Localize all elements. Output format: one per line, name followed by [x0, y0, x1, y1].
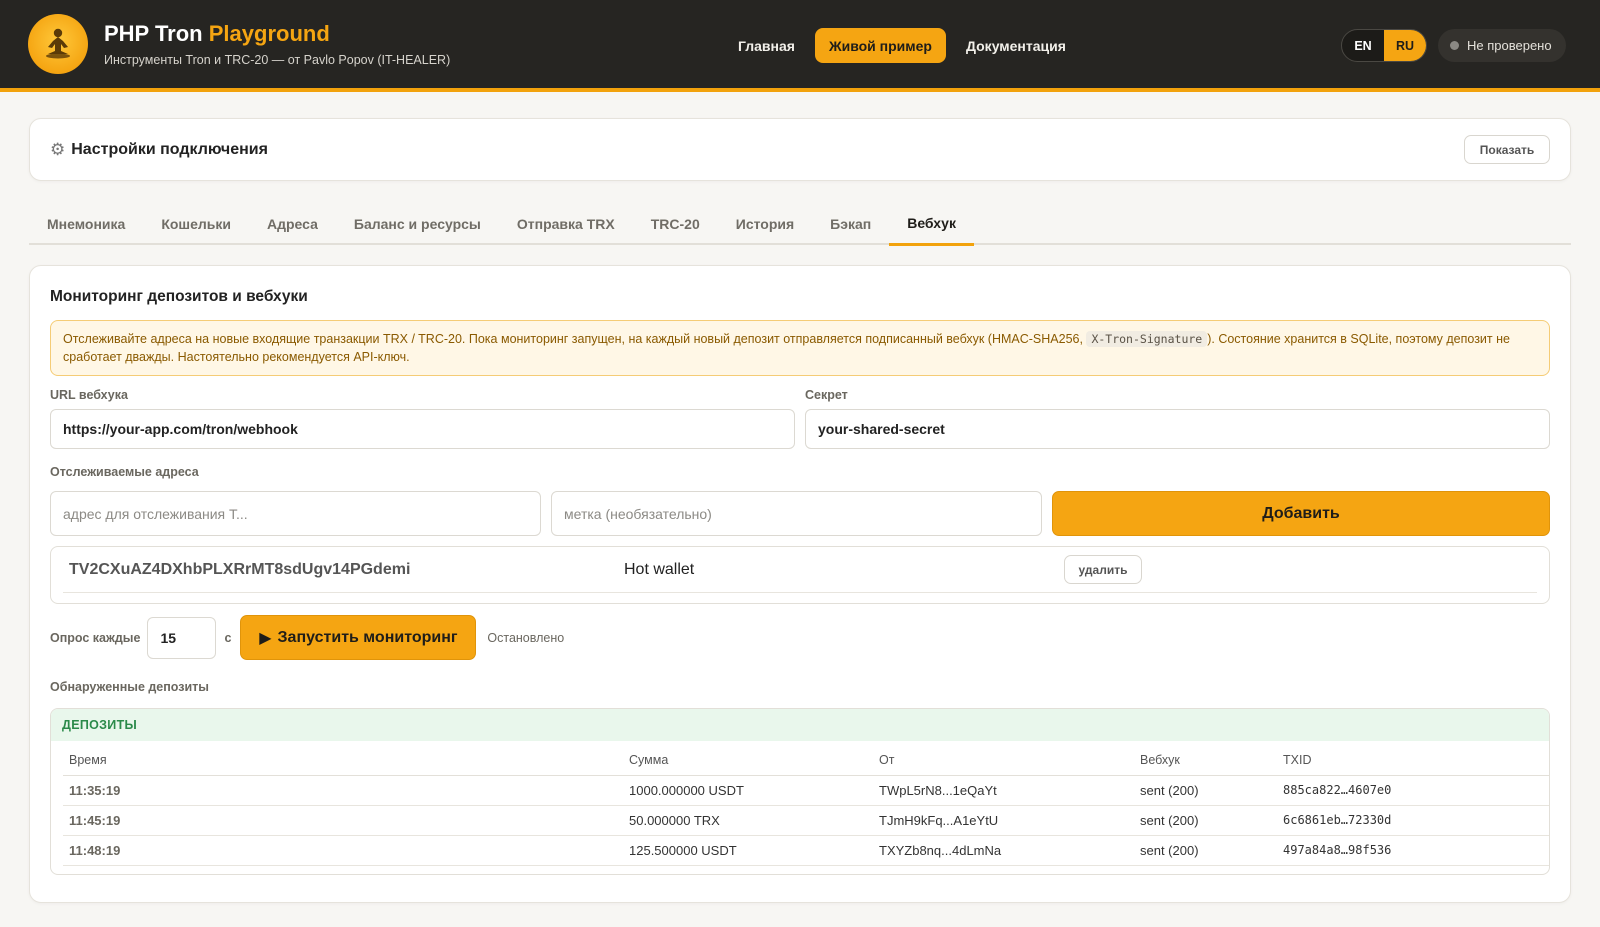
- logo: [28, 14, 88, 74]
- secret-label: Секрет: [805, 388, 848, 402]
- watched-address-list: TV2CXuAZ4DXhbPLXRrMT8sdUgv14PGdemi Hot w…: [50, 546, 1550, 604]
- col-webhook: Вебхук: [1134, 745, 1277, 776]
- start-monitoring-button[interactable]: ▶ Запустить мониторинг: [240, 615, 477, 660]
- connection-status-badge: Не проверено: [1438, 29, 1566, 62]
- col-txid: TXID: [1277, 745, 1549, 776]
- deposits-panel: ДЕПОЗИТЫ Время Сумма От Вебхук TXID 11:3…: [50, 708, 1550, 875]
- brand-main: PHP Tron: [104, 21, 203, 46]
- notice-text-before: Отслеживайте адреса на новые входящие тр…: [63, 332, 1083, 346]
- meditating-figure-icon: [46, 28, 70, 59]
- deposit-amount: 125.500000 USDT: [623, 835, 873, 866]
- connection-title-text: Настройки подключения: [71, 140, 268, 158]
- deposit-from: TXYZb8nq...4dLmNa: [873, 835, 1134, 866]
- tab-webhook[interactable]: Вебхук: [889, 203, 974, 246]
- webhook-card: Мониторинг депозитов и вебхуки Отслежива…: [29, 265, 1571, 903]
- col-amount: Сумма: [623, 745, 873, 776]
- watch-label-input[interactable]: [551, 491, 1042, 536]
- nav-home[interactable]: Главная: [724, 28, 809, 63]
- deposit-amount: 1000.000000 USDT: [623, 775, 873, 806]
- deposits-header: ДЕПОЗИТЫ: [51, 709, 1549, 741]
- deposit-webhook: sent (200): [1134, 775, 1277, 806]
- watched-address-row: TV2CXuAZ4DXhbPLXRrMT8sdUgv14PGdemi Hot w…: [63, 547, 1537, 593]
- poll-interval-label: Опрос каждые: [50, 630, 141, 645]
- lang-ru-button[interactable]: RU: [1384, 30, 1426, 61]
- play-icon: ▶: [259, 629, 272, 647]
- secret-input[interactable]: [805, 409, 1550, 449]
- deposit-txid: 497a84a8…98f536: [1277, 835, 1549, 866]
- poll-unit: с: [224, 630, 232, 645]
- brand-title: PHP Tron Playground: [104, 21, 450, 47]
- lang-en-button[interactable]: EN: [1342, 30, 1384, 61]
- webhook-notice: Отслеживайте адреса на новые входящие тр…: [50, 320, 1550, 376]
- tab-balance[interactable]: Баланс и ресурсы: [336, 203, 499, 245]
- col-from: От: [873, 745, 1134, 776]
- deposit-txid: 885ca822…4607e0: [1277, 775, 1549, 806]
- deposit-webhook: sent (200): [1134, 835, 1277, 866]
- watch-address-input[interactable]: [50, 491, 541, 536]
- tab-backup[interactable]: Бэкап: [812, 203, 889, 245]
- deposit-from: TWpL5rN8...1eQaYt: [873, 775, 1134, 806]
- deposits-table-header: Время Сумма От Вебхук TXID: [63, 745, 1549, 776]
- webhook-url-input[interactable]: [50, 409, 795, 449]
- table-row: 11:45:19 50.000000 TRX TJmH9kFq...A1eYtU…: [63, 805, 1549, 836]
- connection-settings-card: ⚙ Настройки подключения Показать: [29, 118, 1571, 181]
- tab-addresses[interactable]: Адреса: [249, 203, 336, 245]
- table-row: 11:35:19 1000.000000 USDT TWpL5rN8...1eQ…: [63, 775, 1549, 806]
- deposit-amount: 50.000000 TRX: [623, 805, 873, 836]
- deposit-from: TJmH9kFq...A1eYtU: [873, 805, 1134, 836]
- nav-live-example[interactable]: Живой пример: [814, 28, 946, 63]
- deposit-time: 11:35:19: [63, 775, 623, 806]
- status-text: Не проверено: [1467, 38, 1552, 53]
- deposit-time: 11:45:19: [63, 805, 623, 836]
- col-time: Время: [63, 745, 623, 776]
- brand-subtitle: Инструменты Tron и TRC-20 — от Pavlo Pop…: [104, 53, 451, 67]
- delete-address-button[interactable]: удалить: [1064, 555, 1142, 584]
- tab-send-trx[interactable]: Отправка TRX: [499, 203, 633, 245]
- webhook-url-label: URL вебхука: [50, 388, 128, 402]
- deposits-table: Время Сумма От Вебхук TXID 11:35:19 1000…: [63, 745, 1549, 866]
- tab-wallets[interactable]: Кошельки: [143, 203, 249, 245]
- gear-icon: ⚙: [50, 139, 66, 159]
- tab-history[interactable]: История: [718, 203, 812, 245]
- detected-deposits-label: Обнаруженные депозиты: [50, 680, 209, 694]
- notice-code: X-Tron-Signature: [1086, 331, 1208, 347]
- main-nav: Главная Живой пример Документация: [724, 28, 1080, 63]
- feature-tabs: Мнемоника Кошельки Адреса Баланс и ресур…: [29, 203, 1571, 246]
- poll-interval-input[interactable]: [147, 616, 217, 659]
- top-bar: PHP Tron Playground Инструменты Tron и T…: [0, 0, 1600, 92]
- deposit-txid: 6c6861eb…72330d: [1277, 805, 1549, 836]
- watched-address-label: Hot wallet: [624, 560, 695, 578]
- tab-mnemonic[interactable]: Мнемоника: [29, 203, 143, 245]
- deposit-webhook: sent (200): [1134, 805, 1277, 836]
- tab-trc20[interactable]: TRC-20: [633, 203, 718, 245]
- add-address-button[interactable]: Добавить: [1052, 491, 1550, 536]
- status-dot-icon: [1450, 41, 1459, 50]
- language-switcher: EN RU: [1341, 29, 1427, 62]
- start-monitoring-label: Запустить мониторинг: [277, 628, 458, 646]
- brand-accent: Playground: [208, 21, 330, 46]
- monitor-status: Остановлено: [487, 630, 565, 645]
- connection-settings-title: ⚙ Настройки подключения: [50, 140, 268, 160]
- watched-addresses-label: Отслеживаемые адреса: [50, 465, 199, 479]
- show-connection-button[interactable]: Показать: [1464, 135, 1550, 164]
- webhook-section-title: Мониторинг депозитов и вебхуки: [50, 288, 308, 305]
- nav-docs[interactable]: Документация: [952, 28, 1080, 63]
- table-row: 11:48:19 125.500000 USDT TXYZb8nq...4dLm…: [63, 835, 1549, 866]
- deposit-time: 11:48:19: [63, 835, 623, 866]
- watched-address-value: TV2CXuAZ4DXhbPLXRrMT8sdUgv14PGdemi: [69, 560, 411, 578]
